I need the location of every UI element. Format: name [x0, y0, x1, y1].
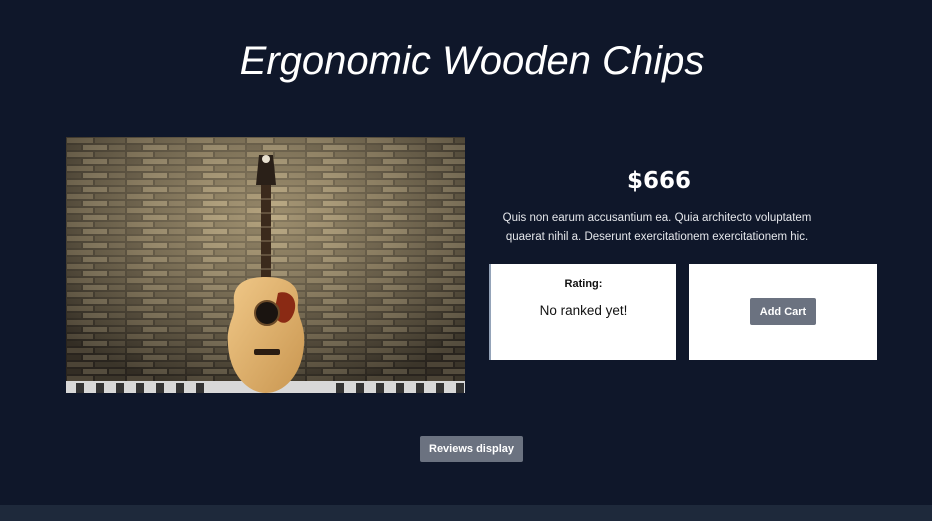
rating-label: Rating: — [564, 278, 603, 290]
cart-card: Add Cart — [689, 264, 877, 360]
product-description: Quis non earum accusantium ea. Quia arch… — [502, 212, 812, 243]
reviews-display-button[interactable]: Reviews display — [420, 436, 523, 462]
add-cart-button[interactable]: Add Cart — [750, 298, 816, 325]
rating-value: No ranked yet! — [539, 303, 628, 318]
product-title: Ergonomic Wooden Chips — [239, 39, 705, 83]
footer-bar — [0, 505, 932, 521]
product-price: $666 — [626, 168, 691, 194]
product-page: Ergonomic Wooden Chips $666 Quis non ear… — [0, 0, 932, 521]
product-image — [66, 137, 465, 393]
rating-card: Rating: No ranked yet! — [489, 264, 676, 360]
